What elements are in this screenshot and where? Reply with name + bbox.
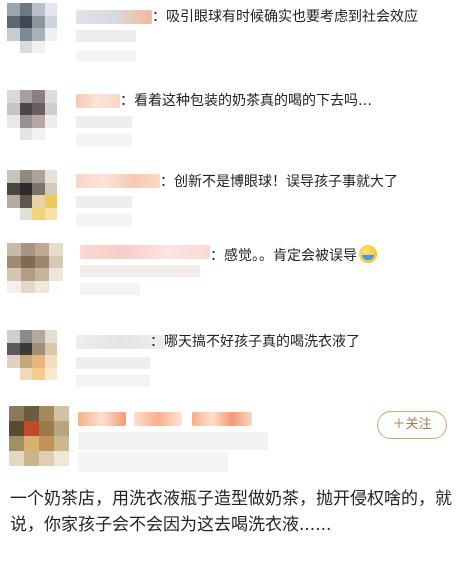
comment-meta-blurred [76,50,136,62]
post-meta-blurred [78,452,228,472]
username-blurred[interactable] [78,412,126,426]
comment-text: ：创新不是博眼球！误导孩子事就大了 [160,174,398,190]
comment-item: ：创新不是博眼球！误导孩子事就大了 [0,160,461,235]
post-meta-blurred [78,432,268,450]
comment-meta-blurred [80,283,140,295]
post-body-text: 一个奶茶店，用洗衣液瓶子造型做奶茶，抛开侵权啥的，就说，你家孩子会不会因为这去喝… [10,489,452,535]
comment-meta-blurred [76,30,136,42]
avatar[interactable] [7,170,57,220]
avatar[interactable] [7,90,57,140]
comment-text: ：看着这种包装的奶茶真的喝的下去吗… [120,93,372,109]
username-blurred[interactable] [76,10,152,24]
comment-meta-blurred [76,357,150,369]
username-blurred[interactable] [134,412,182,426]
comment-text-content: ：感觉。。肯定会被误导 [210,248,357,264]
comment-text: ：感觉。。肯定会被误导 [210,245,377,265]
username-blurred[interactable] [80,245,210,259]
comment-meta-blurred [76,196,132,208]
comment-item: ：吸引眼球有时候确实也要考虑到社会效应 [0,0,461,80]
follow-button[interactable]: ＋关注 [377,411,447,439]
avatar[interactable] [7,243,63,293]
comment-item: ：哪天搞不好孩子真的喝洗衣液了 [0,315,461,400]
avatar[interactable] [7,330,57,380]
comment-text: ：哪天搞不好孩子真的喝洗衣液了 [150,334,360,350]
comment-meta-blurred [76,134,132,146]
comment-text: ：吸引眼球有时候确实也要考虑到社会效应 [152,9,418,25]
avatar[interactable] [9,406,69,466]
comment-meta-blurred [76,375,150,387]
comment-item: ：感觉。。肯定会被误导 [0,235,461,315]
crying-laughing-emoji-icon [359,245,377,263]
comment-meta-blurred [80,265,200,277]
comment-meta-blurred [76,116,132,128]
comment-item: ：看着这种包装的奶茶真的喝的下去吗… [0,80,461,160]
username-blurred[interactable] [76,94,120,108]
username-blurred[interactable] [192,412,252,426]
comment-meta-blurred [76,214,132,226]
avatar[interactable] [7,3,57,53]
username-blurred[interactable] [76,174,160,188]
original-post: ＋关注 一个奶茶店，用洗衣液瓶子造型做奶茶，抛开侵权啥的，就说，你家孩子会不会因… [0,400,461,567]
